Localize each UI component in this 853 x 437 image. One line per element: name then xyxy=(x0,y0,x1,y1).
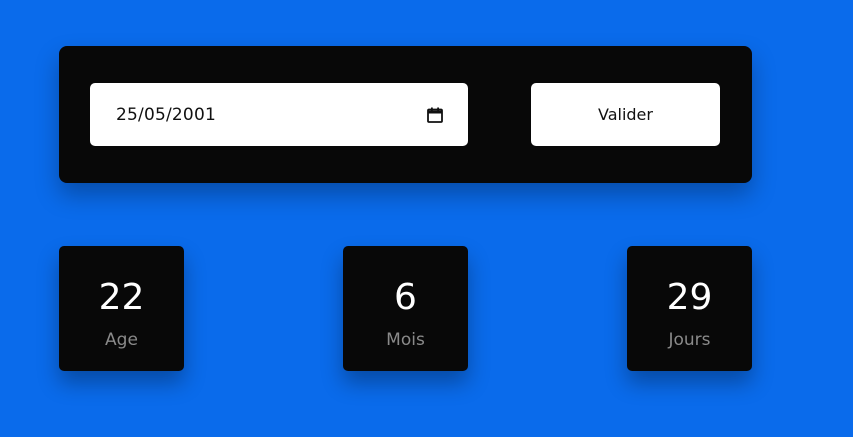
calendar-icon[interactable] xyxy=(426,106,444,124)
days-label: Jours xyxy=(668,330,711,350)
days-card: 29 Jours xyxy=(627,246,752,371)
birthdate-input[interactable]: 25/05/2001 xyxy=(90,83,468,146)
age-card: 22 Age xyxy=(59,246,184,371)
age-value: 22 xyxy=(98,277,145,318)
birthdate-form-panel: 25/05/2001 Valider xyxy=(59,46,752,183)
age-label: Age xyxy=(105,330,138,350)
app-canvas: 25/05/2001 Valider 22 Age 6 Mois 29 Jour… xyxy=(0,0,853,437)
months-label: Mois xyxy=(386,330,425,350)
days-value: 29 xyxy=(666,277,713,318)
months-card: 6 Mois xyxy=(343,246,468,371)
birthdate-value: 25/05/2001 xyxy=(116,104,216,125)
months-value: 6 xyxy=(394,277,417,318)
submit-button[interactable]: Valider xyxy=(531,83,720,146)
